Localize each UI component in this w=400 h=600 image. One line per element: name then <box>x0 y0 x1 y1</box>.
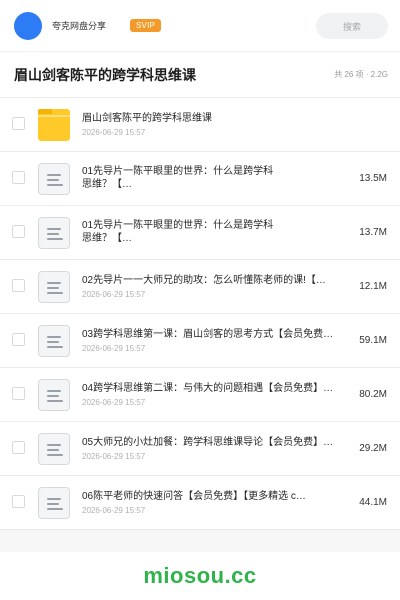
select-checkbox[interactable] <box>12 333 25 346</box>
file-name[interactable]: 04跨学科思维第二课：与伟大的问题相遇【会员免费】… <box>82 382 350 395</box>
document-icon <box>38 163 70 195</box>
file-name[interactable]: 眉山剑客陈平的跨学科思维课 <box>82 112 350 125</box>
file-size: 13.7M <box>359 227 387 238</box>
file-date: 2026-06-29 15:57 <box>82 128 146 137</box>
top-bar: 夸克网盘分享 SVIP 搜索 <box>0 0 400 52</box>
file-date: 2026-06-29 15:57 <box>82 344 146 353</box>
file-row[interactable]: 01先导片一陈平眼里的世界：什么是跨学科思维？【… 13.7M <box>0 206 400 260</box>
file-row[interactable]: 05大师兄的小灶加餐：跨学科思维课导论【会员免费】… 2026-06-29 15… <box>0 422 400 476</box>
select-checkbox[interactable] <box>12 495 25 508</box>
select-checkbox[interactable] <box>12 117 25 130</box>
folder-header: 眉山剑客陈平的跨学科思维课 共 26 项 · 2.2G <box>0 52 400 98</box>
file-name[interactable]: 06陈平老师的快速问答【会员免费】【更多精选 c… <box>82 490 350 503</box>
app-name: 夸克网盘分享 <box>52 21 107 31</box>
file-row[interactable]: 02先导片一一大师兄的助攻：怎么听懂陈老师的课!【… 2026-06-29 15… <box>0 260 400 314</box>
file-row[interactable]: 眉山剑客陈平的跨学科思维课 2026-06-29 15:57 <box>0 98 400 152</box>
file-name[interactable]: 03跨学科思维第一课：眉山剑客的思考方式【会员免费… <box>82 328 350 341</box>
select-checkbox[interactable] <box>12 279 25 292</box>
document-icon <box>38 487 70 519</box>
document-icon <box>38 217 70 249</box>
file-name[interactable]: 01先导片一陈平眼里的世界：什么是跨学科思维？【… <box>82 165 282 191</box>
file-row[interactable]: 06陈平老师的快速问答【会员免费】【更多精选 c… 2026-06-29 15:… <box>0 476 400 530</box>
file-size: 13.5M <box>359 173 387 184</box>
file-row[interactable]: 01先导片一陈平眼里的世界：什么是跨学科思维？【… 13.5M <box>0 152 400 206</box>
file-date: 2026-06-29 15:57 <box>82 506 146 515</box>
file-row[interactable]: 04跨学科思维第二课：与伟大的问题相遇【会员免费】… 2026-06-29 15… <box>0 368 400 422</box>
select-checkbox[interactable] <box>12 171 25 184</box>
file-size: 59.1M <box>359 335 387 346</box>
svip-badge[interactable]: SVIP <box>130 19 162 32</box>
document-icon <box>38 433 70 465</box>
document-icon <box>38 271 70 303</box>
file-name[interactable]: 02先导片一一大师兄的助攻：怎么听懂陈老师的课!【… <box>82 274 350 287</box>
file-size: 44.1M <box>359 497 387 508</box>
watermark-bar: miosou.cc <box>0 552 400 600</box>
select-checkbox[interactable] <box>12 441 25 454</box>
avatar[interactable] <box>14 11 42 40</box>
document-icon <box>38 325 70 357</box>
select-checkbox[interactable] <box>12 225 25 238</box>
folder-meta: 共 26 项 · 2.2G <box>334 70 388 79</box>
file-date: 2026-06-29 15:57 <box>82 398 146 407</box>
document-icon <box>38 379 70 411</box>
watermark-text: miosou.cc <box>143 563 257 588</box>
page-title: 眉山剑客陈平的跨学科思维课 <box>14 66 196 83</box>
file-row[interactable]: 03跨学科思维第一课：眉山剑客的思考方式【会员免费… 2026-06-29 15… <box>0 314 400 368</box>
file-name[interactable]: 01先导片一陈平眼里的世界：什么是跨学科思维？【… <box>82 219 282 245</box>
file-date: 2026-06-29 15:57 <box>82 452 146 461</box>
file-size: 29.2M <box>359 443 387 454</box>
file-size: 80.2M <box>359 389 387 400</box>
file-name[interactable]: 05大师兄的小灶加餐：跨学科思维课导论【会员免费】… <box>82 436 350 449</box>
select-checkbox[interactable] <box>12 387 25 400</box>
search-input[interactable]: 搜索 <box>316 13 388 39</box>
file-list: 眉山剑客陈平的跨学科思维课 2026-06-29 15:57 01先导片一陈平眼… <box>0 98 400 530</box>
folder-icon <box>38 109 70 141</box>
file-size: 12.1M <box>359 281 387 292</box>
file-date: 2026-06-29 15:57 <box>82 290 146 299</box>
